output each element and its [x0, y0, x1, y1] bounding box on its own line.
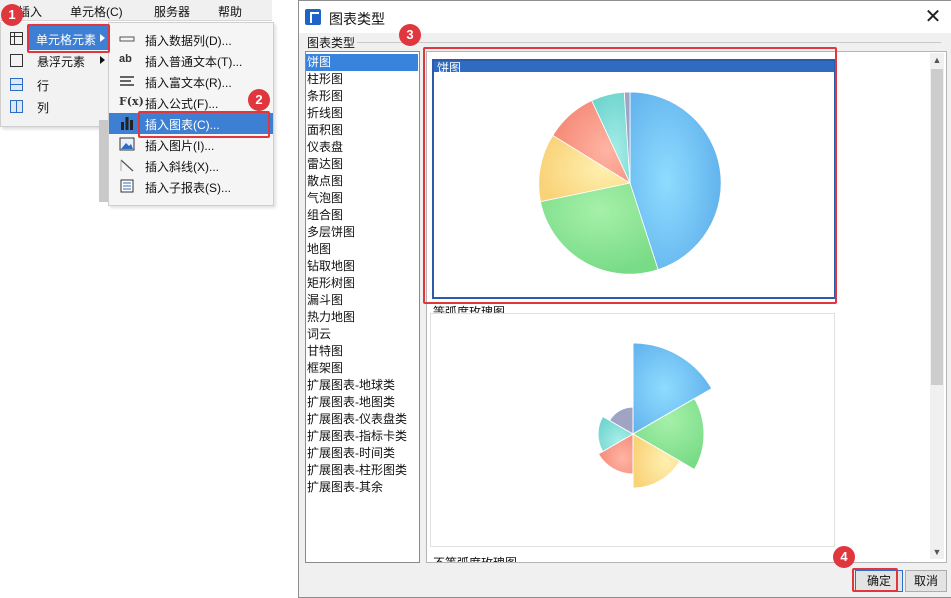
- chart-type-item[interactable]: 扩展图表-指标卡类: [306, 428, 418, 445]
- submenu-label: 插入子报表(S)...: [145, 181, 231, 195]
- submenu-arrow-icon: [100, 56, 105, 64]
- submenu-label: 插入普通文本(T)...: [145, 55, 243, 69]
- submenu-insert-rich-text[interactable]: 插入富文本(R)...: [109, 71, 273, 92]
- chart-type-item[interactable]: 气泡图: [306, 190, 418, 207]
- menu-item-label: 列: [37, 101, 50, 115]
- chart-type-item[interactable]: 矩形树图: [306, 275, 418, 292]
- chart-type-list[interactable]: 饼图 柱形图 条形图 折线图 面积图 仪表盘 雷达图 散点图 气泡图 组合图 多层饼图 地图 钻取地图矩…: [305, 51, 420, 563]
- submenu-label: 插入图片(I)...: [145, 139, 215, 153]
- text-ab-icon: ab: [119, 53, 132, 65]
- callout-badge: 1: [1, 4, 23, 26]
- menu-shadow-strip: [99, 120, 108, 202]
- slash-icon: [119, 158, 135, 172]
- subreport-icon: [119, 179, 135, 193]
- menu-item-row[interactable]: 行: [1, 74, 109, 95]
- highlight-insert-chart: [138, 111, 270, 138]
- chart-type-item[interactable]: 仪表盘: [306, 139, 418, 156]
- scroll-up-icon[interactable]: ▲: [930, 53, 944, 67]
- chart-type-item[interactable]: 扩展图表-地球类: [306, 377, 418, 394]
- chart-type-item[interactable]: 折线图: [306, 105, 418, 122]
- callout-badge: 3: [399, 24, 421, 46]
- cancel-button[interactable]: 取消: [905, 570, 947, 592]
- highlight-cell-element: [27, 24, 110, 53]
- chart-type-item[interactable]: 散点图: [306, 173, 418, 190]
- rose-chart-preview: [597, 342, 713, 489]
- cell-grid-icon: [10, 32, 23, 45]
- data-column-icon: [119, 32, 135, 46]
- scrollbar-thumb[interactable]: [931, 69, 943, 385]
- menu-bar: 插入 单元格(C) 服务器 帮助: [0, 0, 272, 21]
- submenu-label: 插入富文本(R)...: [145, 76, 232, 90]
- menu-item-label: 行: [37, 79, 50, 93]
- submenu-insert-slash[interactable]: 插入斜线(X)...: [109, 155, 273, 176]
- row-icon: [10, 78, 23, 91]
- chart-type-item[interactable]: 饼图: [306, 54, 418, 71]
- dialog-titlebar: 图表类型 ✕: [299, 1, 951, 33]
- float-box-icon: [10, 54, 23, 67]
- chart-type-item[interactable]: 扩展图表-地图类: [306, 394, 418, 411]
- rich-text-icon: [119, 74, 135, 88]
- chart-type-item[interactable]: 扩展图表-柱形图类: [306, 462, 418, 479]
- chart-type-item[interactable]: 柱形图: [306, 71, 418, 88]
- highlight-ok-button: [852, 568, 898, 592]
- chart-type-item[interactable]: 甘特图: [306, 343, 418, 360]
- group-label: 图表类型: [307, 34, 358, 51]
- chart-type-item[interactable]: 面积图: [306, 122, 418, 139]
- group-divider: [357, 42, 941, 43]
- card-label: 不等弧度玫瑰图: [433, 554, 517, 562]
- chart-type-item[interactable]: 扩展图表-其余: [306, 479, 418, 496]
- chart-type-item[interactable]: 条形图: [306, 88, 418, 105]
- app-logo-icon: [305, 9, 321, 25]
- scroll-down-icon[interactable]: ▼: [930, 545, 944, 559]
- menu-server[interactable]: 服务器: [154, 3, 190, 20]
- image-icon: [119, 137, 135, 151]
- chart-type-item[interactable]: 地图: [306, 241, 418, 258]
- chart-type-item[interactable]: 词云: [306, 326, 418, 343]
- menu-help[interactable]: 帮助: [218, 3, 242, 20]
- chart-type-item[interactable]: 扩展图表-仪表盘类: [306, 411, 418, 428]
- close-button[interactable]: ✕: [921, 5, 945, 29]
- callout-badge: 2: [248, 89, 270, 111]
- chart-type-item[interactable]: 热力地图: [306, 309, 418, 326]
- chart-type-item[interactable]: 漏斗图: [306, 292, 418, 309]
- submenu-insert-data-column[interactable]: 插入数据列(D)...: [109, 29, 273, 50]
- submenu-label: 插入斜线(X)...: [145, 160, 219, 174]
- chart-type-item[interactable]: 组合图: [306, 207, 418, 224]
- bar-chart-icon: [119, 116, 135, 130]
- submenu-insert-subreport[interactable]: 插入子报表(S)...: [109, 176, 273, 197]
- formula-icon: F(x): [119, 95, 144, 108]
- menu-cell[interactable]: 单元格(C): [70, 3, 123, 20]
- chart-type-item[interactable]: 扩展图表-时间类: [306, 445, 418, 462]
- chart-type-item[interactable]: 雷达图: [306, 156, 418, 173]
- preview-card-rose[interactable]: [430, 313, 835, 547]
- menu-item-column[interactable]: 列: [1, 96, 109, 117]
- chart-type-item[interactable]: 框架图: [306, 360, 418, 377]
- menu-item-float-element[interactable]: 悬浮元素: [1, 50, 109, 71]
- chart-type-item[interactable]: 多层饼图: [306, 224, 418, 241]
- highlight-pie-preview: [423, 47, 837, 304]
- column-icon: [10, 100, 23, 113]
- submenu-insert-text[interactable]: ab 插入普通文本(T)...: [109, 50, 273, 71]
- submenu-label: 插入公式(F)...: [145, 97, 219, 111]
- dialog-title: 图表类型: [329, 11, 385, 27]
- chart-type-item[interactable]: 钻取地图: [306, 258, 418, 275]
- submenu-label: 插入数据列(D)...: [145, 34, 232, 48]
- menu-item-label: 悬浮元素: [37, 55, 86, 69]
- callout-badge: 4: [833, 546, 855, 568]
